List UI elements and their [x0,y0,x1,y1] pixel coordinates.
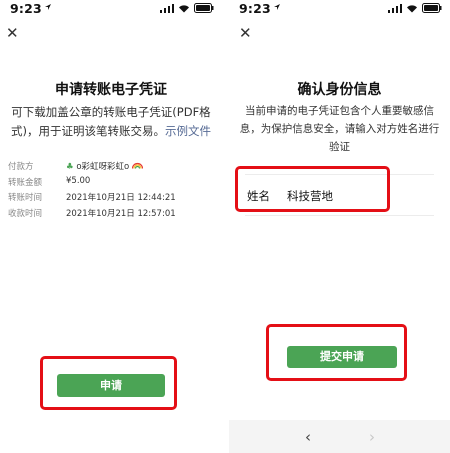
info-label: 付款方 [8,162,34,172]
description-line: 可下载加盖公章的转账电子凭证(PDF格 [11,105,211,119]
description-line: 式)，用于证明该笔转账交易。示例文件 [4,122,218,141]
rainbow-icon [131,162,144,169]
clover-icon: ♣ [66,162,74,172]
page-title: 申请转账电子凭证 [55,82,167,98]
wifi-icon [179,4,189,12]
battery-icon [194,3,214,13]
screen-divider [222,0,229,453]
browser-bottom-bar: ‹ › [229,420,450,453]
highlight-box [235,166,390,212]
location-icon [45,4,51,10]
info-value: ♣ o彩虹呀彩虹o [66,160,144,172]
highlight-box [40,356,177,410]
highlight-box [266,324,407,381]
status-bar: 9:23 [0,0,222,18]
status-time: 9:23 [239,1,271,16]
info-row: 转账时间 2021年10月21日 12:44:21 [8,191,214,207]
right-screen: 9:23 ✕ 确认身份信息 当前申请的电子凭证包含个人重要敏感信 息，为保护信息… [229,0,450,453]
sample-file-link[interactable]: 示例文件 [165,124,211,138]
description-line: 验证 [329,141,350,153]
info-row: 付款方 ♣ o彩虹呀彩虹o [8,160,214,176]
chevron-left-icon[interactable]: ‹ [305,428,311,446]
status-time: 9:23 [10,1,42,16]
info-value: ¥5.00 [66,175,91,186]
description-line: 息，为保护信息安全，请输入对方姓名进行 [239,123,440,135]
wifi-icon [407,4,417,12]
battery-icon [422,3,442,13]
status-icons [388,3,442,13]
close-icon[interactable]: ✕ [6,26,19,41]
signal-icon [388,3,402,13]
signal-icon [160,3,174,13]
info-label: 转账金额 [8,177,43,188]
location-icon [274,4,280,10]
info-row: 收款时间 2021年10月21日 12:57:01 [8,207,214,223]
info-value: 2021年10月21日 12:57:01 [66,208,176,219]
status-icons [160,3,214,13]
info-row: 转账金额 ¥5.00 [8,176,214,192]
chevron-right-icon[interactable]: › [369,428,375,446]
info-label: 收款时间 [8,208,43,219]
close-icon[interactable]: ✕ [239,26,252,41]
payer-name: o彩虹呀彩虹o [76,162,130,172]
description-line: 当前申请的电子凭证包含个人重要敏感信 [245,105,434,117]
info-value: 2021年10月21日 12:44:21 [66,193,176,203]
status-bar: 9:23 [229,0,450,18]
transfer-info: 付款方 ♣ o彩虹呀彩虹o 转账金额 ¥5.00 转账时间 2021年10月21… [8,160,214,222]
info-label: 转账时间 [8,193,43,203]
description-text: 式)，用于证明该笔转账交易。 [11,124,165,138]
left-screen: 9:23 ✕ 申请转账电子凭证 可下载加盖公章的转账电子凭证(PDF格 式)，用… [0,0,222,453]
description: 可下载加盖公章的转账电子凭证(PDF格 式)，用于证明该笔转账交易。示例文件 [4,103,218,141]
description: 当前申请的电子凭证包含个人重要敏感信 息，为保护信息安全，请输入对方姓名进行 验… [235,102,444,156]
page-title: 确认身份信息 [297,82,382,98]
